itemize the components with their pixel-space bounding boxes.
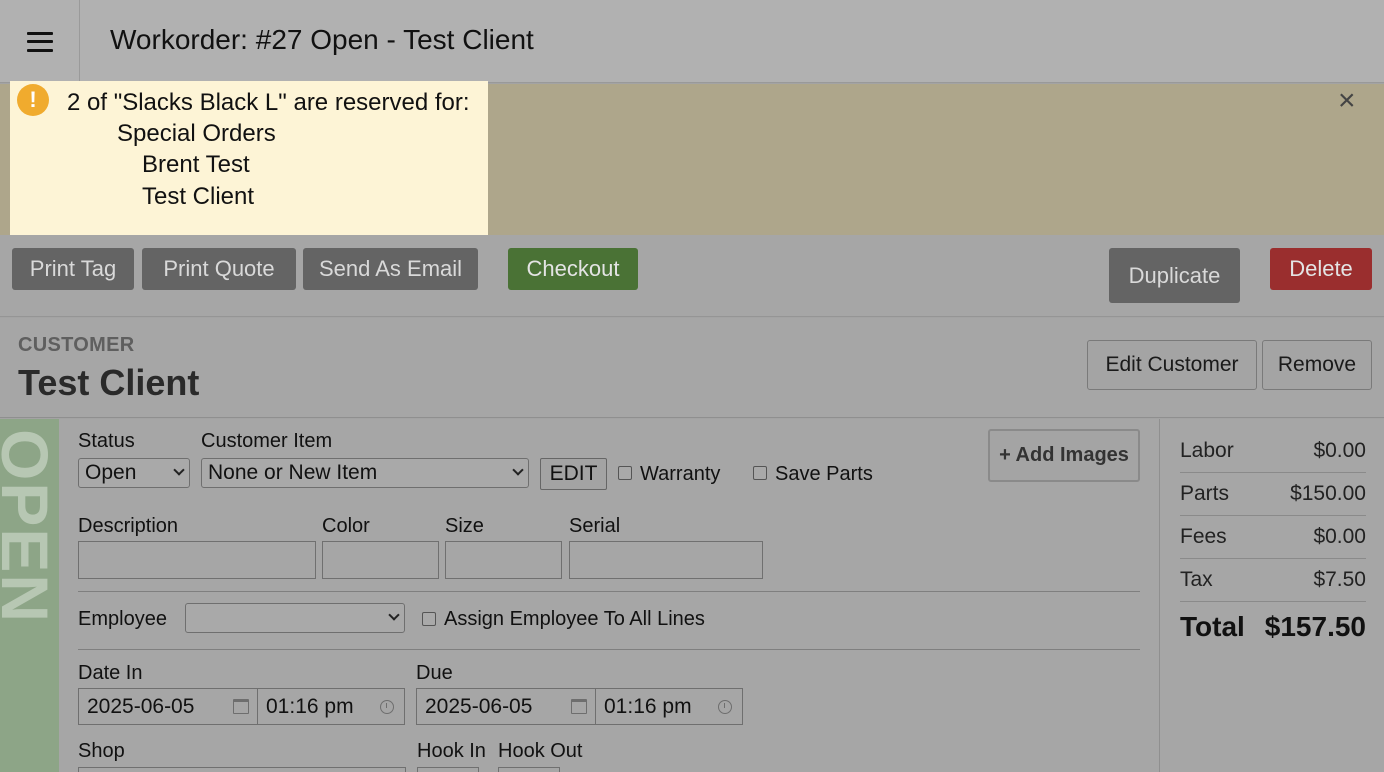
- description-input[interactable]: [78, 541, 316, 579]
- divider: [78, 591, 1140, 592]
- action-toolbar: Print Tag Print Quote Send As Email Chec…: [0, 235, 1384, 317]
- totals-panel: Labor $0.00 Parts $150.00 Fees $0.00 Tax…: [1159, 419, 1384, 772]
- shop-select[interactable]: [78, 767, 406, 772]
- due-label: Due: [416, 662, 453, 684]
- clock-icon: [718, 700, 732, 714]
- hook-in-input[interactable]: [417, 767, 479, 772]
- totals-label: Parts: [1180, 482, 1230, 505]
- page-title: Workorder: #27 Open - Test Client: [110, 24, 534, 55]
- warranty-label: Warranty: [640, 463, 721, 485]
- add-images-button[interactable]: + Add Images: [988, 429, 1140, 482]
- edit-customer-button[interactable]: Edit Customer: [1087, 340, 1257, 390]
- due-date-value: 2025-06-05: [425, 694, 533, 718]
- save-parts-checkbox[interactable]: [753, 466, 767, 480]
- hook-out-input[interactable]: [498, 767, 560, 772]
- description-label: Description: [78, 515, 179, 537]
- date-in-input[interactable]: 2025-06-05: [78, 688, 258, 725]
- alert-text-line3: Brent Test: [142, 151, 250, 178]
- color-label: Color: [322, 515, 370, 537]
- size-input[interactable]: [445, 541, 562, 579]
- customer-item-select[interactable]: None or New Item: [201, 458, 529, 488]
- chevron-down-icon: [388, 609, 400, 621]
- totals-value: $0.00: [1313, 525, 1366, 548]
- alert-text-line4: Test Client: [142, 183, 255, 210]
- top-header: Workorder: #27 Open - Test Client: [0, 0, 1384, 83]
- hook-in-label: Hook In: [417, 740, 486, 762]
- customer-item-value: None or New Item: [208, 461, 378, 484]
- employee-label: Employee: [78, 608, 167, 630]
- status-strip: OPEN: [0, 419, 59, 772]
- date-in-value: 2025-06-05: [87, 694, 195, 718]
- status-select-value: Open: [85, 461, 137, 484]
- warning-icon: !: [17, 84, 49, 116]
- send-email-button[interactable]: Send As Email: [303, 248, 478, 290]
- totals-row-parts: Parts $150.00: [1180, 473, 1366, 516]
- calendar-icon: [233, 699, 249, 714]
- shop-label: Shop: [78, 740, 125, 762]
- due-time-value: 01:16 pm: [604, 694, 692, 718]
- employee-select[interactable]: [185, 603, 405, 633]
- warranty-checkbox[interactable]: [618, 466, 632, 480]
- hamburger-icon: [26, 31, 53, 52]
- totals-row-total: Total $157.50: [1180, 605, 1366, 648]
- time-in-input[interactable]: 01:16 pm: [257, 688, 405, 725]
- edit-item-button[interactable]: EDIT: [540, 458, 607, 490]
- alert-text-line1: 2 of "Slacks Black L" are reserved for:: [67, 89, 470, 116]
- serial-input[interactable]: [569, 541, 763, 579]
- divider: [78, 649, 1140, 650]
- size-label: Size: [445, 515, 484, 537]
- hook-out-label: Hook Out: [498, 740, 583, 762]
- due-date-input[interactable]: 2025-06-05: [416, 688, 596, 725]
- status-select[interactable]: Open: [78, 458, 190, 488]
- delete-button[interactable]: Delete: [1270, 248, 1372, 290]
- status-label: Status: [78, 430, 135, 452]
- assign-all-label: Assign Employee To All Lines: [444, 608, 705, 630]
- totals-value: $150.00: [1290, 482, 1366, 505]
- totals-value: $7.50: [1313, 568, 1366, 591]
- serial-label: Serial: [569, 515, 621, 537]
- totals-label: Fees: [1180, 525, 1227, 548]
- duplicate-button[interactable]: Duplicate: [1109, 248, 1240, 303]
- chevron-down-icon: [512, 464, 524, 476]
- due-time-input[interactable]: 01:16 pm: [595, 688, 743, 725]
- print-tag-button[interactable]: Print Tag: [12, 248, 134, 290]
- assign-all-checkbox[interactable]: [422, 612, 436, 626]
- calendar-icon: [571, 699, 587, 714]
- totals-row-labor: Labor $0.00: [1180, 430, 1366, 473]
- print-quote-button[interactable]: Print Quote: [142, 248, 296, 290]
- totals-value: $157.50: [1264, 610, 1366, 642]
- checkout-button[interactable]: Checkout: [508, 248, 638, 290]
- close-icon[interactable]: ×: [1338, 86, 1356, 116]
- totals-label: Total: [1180, 610, 1245, 642]
- customer-label: CUSTOMER: [18, 334, 135, 356]
- customer-name: Test Client: [18, 362, 200, 403]
- alert-text-line2: Special Orders: [117, 120, 276, 147]
- totals-label: Labor: [1180, 439, 1234, 462]
- totals-row-fees: Fees $0.00: [1180, 516, 1366, 559]
- totals-value: $0.00: [1313, 439, 1366, 462]
- time-in-value: 01:16 pm: [266, 694, 354, 718]
- save-parts-label: Save Parts: [775, 463, 873, 485]
- customer-item-label: Customer Item: [201, 430, 333, 452]
- totals-label: Tax: [1180, 568, 1213, 591]
- menu-button[interactable]: [0, 0, 80, 83]
- clock-icon: [380, 700, 394, 714]
- status-strip-label: OPEN: [0, 429, 59, 625]
- chevron-down-icon: [173, 464, 185, 476]
- remove-customer-button[interactable]: Remove: [1262, 340, 1372, 390]
- totals-row-tax: Tax $7.50: [1180, 559, 1366, 602]
- color-input[interactable]: [322, 541, 439, 579]
- date-in-label: Date In: [78, 662, 143, 684]
